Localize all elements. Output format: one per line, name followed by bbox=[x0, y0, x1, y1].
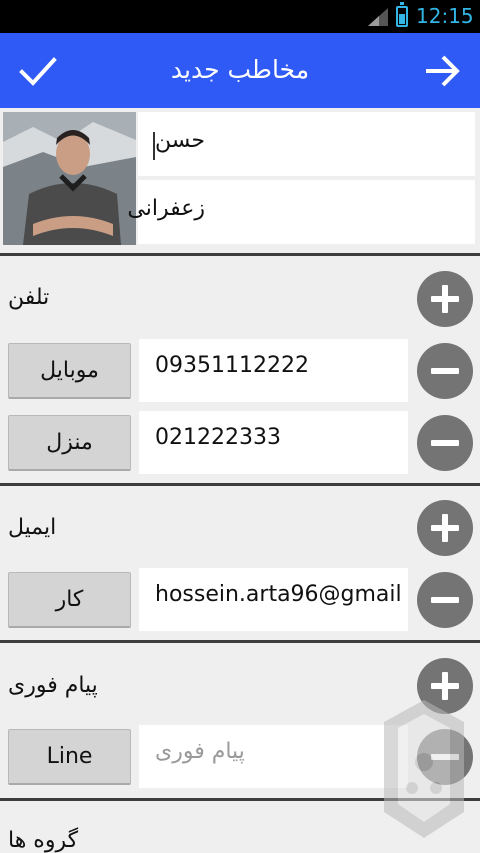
contact-photo[interactable] bbox=[3, 112, 136, 245]
arrow-right-icon[interactable] bbox=[422, 51, 462, 91]
phone-value: 09351112222 bbox=[155, 353, 309, 378]
battery-icon bbox=[396, 2, 408, 27]
last-name-field[interactable]: زعفرانی bbox=[127, 180, 475, 244]
groups-section-title: گروه ها bbox=[8, 828, 79, 853]
im-field[interactable]: پیام فوری bbox=[139, 725, 408, 788]
phone-field[interactable]: 021222333 bbox=[139, 411, 408, 474]
remove-email-button[interactable] bbox=[417, 572, 473, 628]
status-clock: 12:15 bbox=[416, 4, 474, 28]
phone-section-title: تلفن bbox=[8, 285, 50, 310]
email-value: hossein.arta96@gmail bbox=[155, 582, 402, 607]
status-bar: 12:15 bbox=[0, 0, 480, 33]
signal-icon bbox=[368, 8, 388, 26]
email-type-button[interactable]: کار bbox=[8, 572, 131, 628]
im-type-button[interactable]: Line bbox=[8, 729, 131, 785]
email-section-title: ایمیل bbox=[8, 515, 57, 540]
first-name-field[interactable]: حسن bbox=[138, 112, 475, 176]
im-section-title: پیام فوری bbox=[8, 673, 98, 698]
page-title: مخاطب جدید bbox=[170, 55, 310, 84]
app-bar: مخاطب جدید bbox=[0, 33, 480, 108]
add-email-button[interactable] bbox=[417, 500, 473, 556]
first-name-value: حسن bbox=[155, 128, 205, 153]
section-divider bbox=[0, 483, 480, 486]
phone-value: 021222333 bbox=[155, 425, 281, 450]
remove-phone-button[interactable] bbox=[417, 343, 473, 399]
im-placeholder: پیام فوری bbox=[155, 739, 245, 764]
phone-field[interactable]: 09351112222 bbox=[139, 339, 408, 402]
phone-type-button[interactable]: موبایل bbox=[8, 343, 131, 399]
remove-phone-button[interactable] bbox=[417, 415, 473, 471]
add-phone-button[interactable] bbox=[417, 271, 473, 327]
email-field[interactable]: hossein.arta96@gmail bbox=[139, 568, 408, 631]
phone-type-button[interactable]: منزل bbox=[8, 415, 131, 471]
store-logo-icon bbox=[384, 700, 464, 838]
section-divider bbox=[0, 640, 480, 643]
section-divider bbox=[0, 253, 480, 256]
last-name-value: زعفرانی bbox=[127, 196, 205, 221]
minus-icon bbox=[431, 368, 459, 374]
minus-icon bbox=[431, 440, 459, 446]
minus-icon bbox=[431, 597, 459, 603]
